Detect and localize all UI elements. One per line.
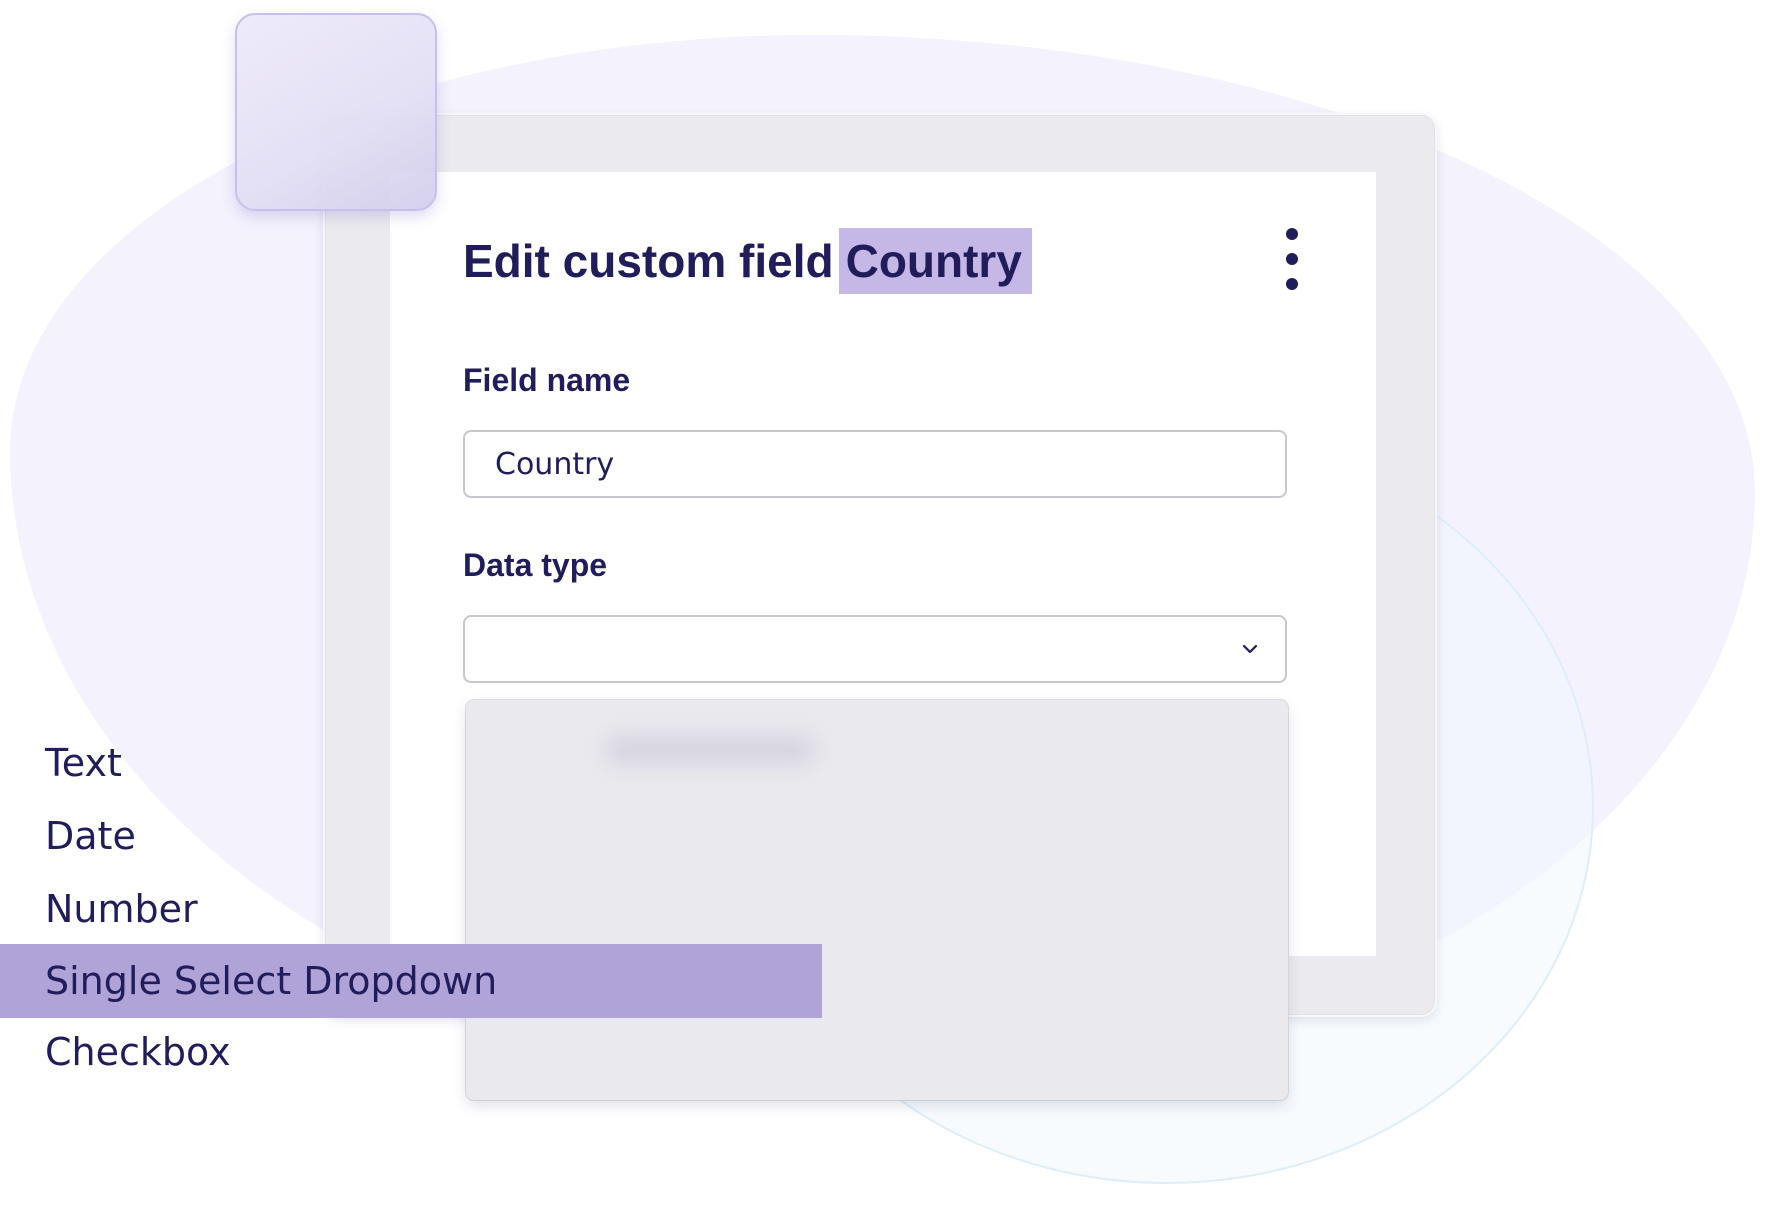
dialog-title-prefix: Edit custom field (463, 235, 834, 287)
more-vertical-icon[interactable] (1278, 228, 1306, 290)
dropdown-option-single-select-dropdown[interactable]: Single Select Dropdown (0, 944, 822, 1018)
data-type-select[interactable] (463, 615, 1287, 683)
dropdown-option-date[interactable]: Date (0, 799, 822, 873)
dialog-title-field-name: Country (838, 228, 1032, 294)
chevron-down-icon (1242, 644, 1258, 654)
kebab-dot (1286, 278, 1298, 290)
data-type-label: Data type (463, 547, 608, 583)
dropdown-option-label: Date (45, 814, 136, 858)
field-name-label: Field name (463, 362, 631, 398)
field-name-input[interactable] (463, 430, 1287, 498)
dialog-title: Edit custom field Country (463, 224, 1032, 298)
dropdown-option-checkbox[interactable]: Checkbox (0, 1015, 822, 1089)
kebab-dot (1286, 228, 1298, 240)
dropdown-option-label: Single Select Dropdown (45, 959, 498, 1003)
decorative-glass-square (235, 13, 437, 211)
kebab-dot (1286, 253, 1298, 265)
dropdown-option-label: Text (45, 741, 122, 785)
dropdown-option-text[interactable]: Text (0, 726, 822, 800)
dropdown-option-number[interactable]: Number (0, 872, 822, 946)
dropdown-option-label: Checkbox (45, 1030, 231, 1074)
dropdown-option-label: Number (45, 887, 198, 931)
